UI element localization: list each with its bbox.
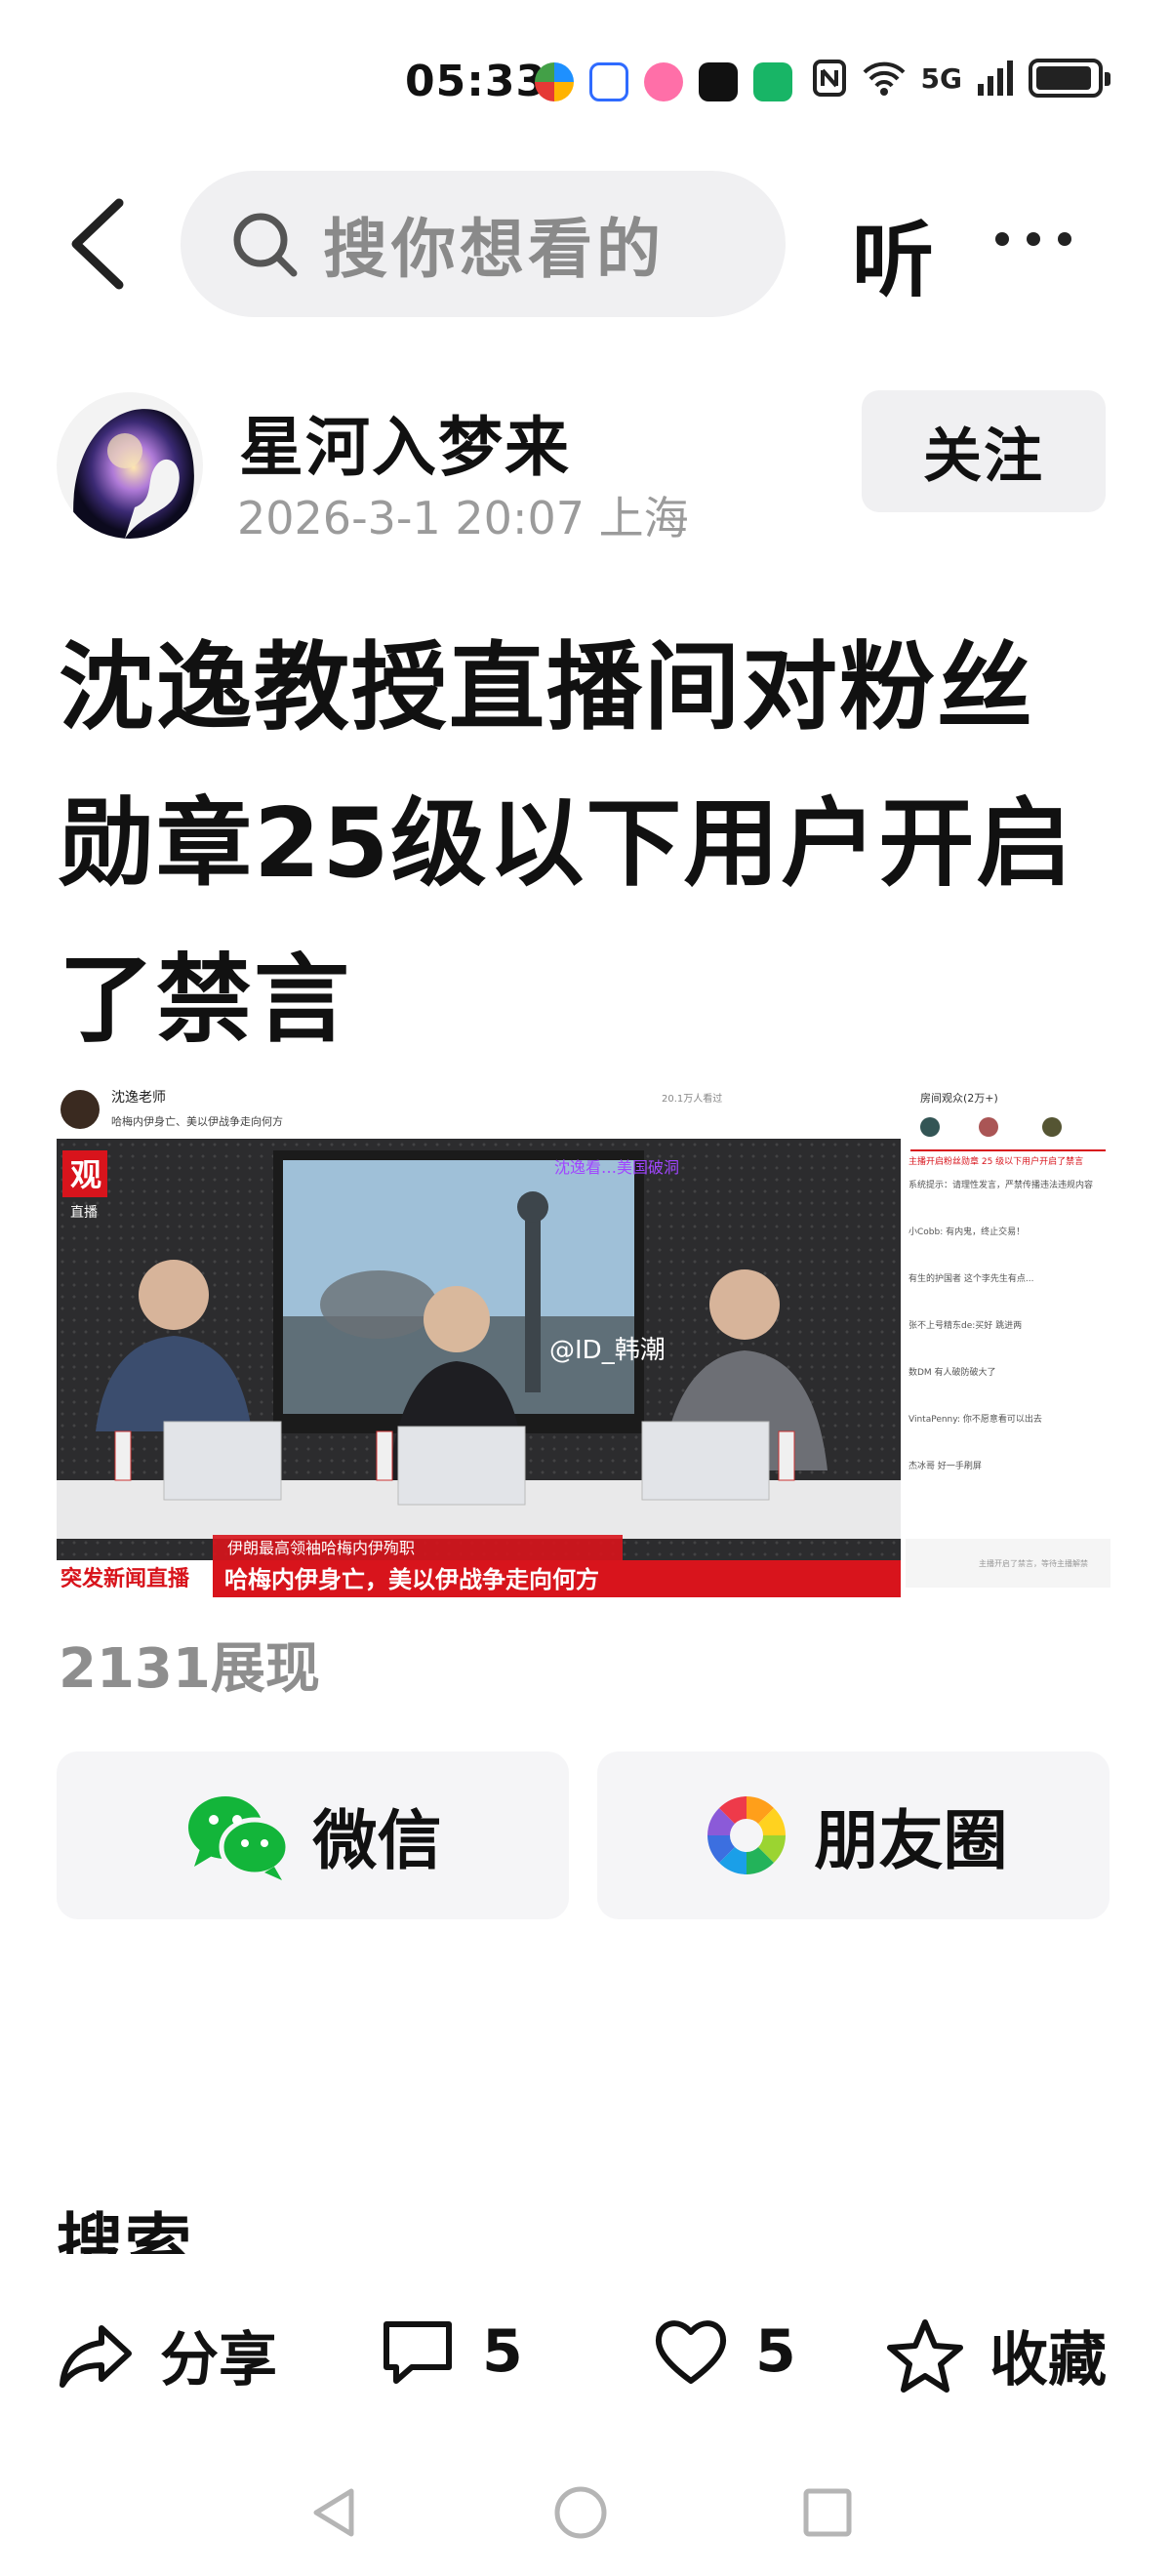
status-bar: 05:33 5G bbox=[0, 0, 1171, 166]
view-count: 2131展现 bbox=[59, 1637, 320, 1701]
more-icon[interactable] bbox=[995, 210, 1103, 268]
signal-icon bbox=[978, 60, 1013, 96]
app-icon-3 bbox=[644, 62, 683, 101]
channel-badge: 观 bbox=[70, 1156, 101, 1193]
chat-line: VintaPenny: 你不愿意看可以出去 bbox=[909, 1413, 1042, 1425]
browser-app-icon bbox=[535, 62, 574, 101]
comment-icon bbox=[384, 2321, 452, 2384]
comment-count: 5 bbox=[482, 2317, 523, 2386]
like-button[interactable]: 5 bbox=[652, 2313, 796, 2391]
banner-left: 突发新闻直播 bbox=[61, 1566, 190, 1591]
banner-top: 伊朗最高领袖哈梅内伊殉职 bbox=[227, 1539, 415, 1557]
app-icon-5 bbox=[753, 62, 792, 101]
article-image[interactable]: 沈逸老师 哈梅内伊身亡、美以伊战争走向何方 20.1万人看过 沈逸看…美国破洞 … bbox=[57, 1080, 1115, 1597]
search-icon bbox=[233, 213, 298, 277]
douyin-app-icon bbox=[699, 62, 738, 101]
back-icon[interactable] bbox=[59, 195, 137, 293]
listen-button[interactable]: 听 bbox=[852, 195, 934, 313]
screen-caption: 沈逸看…美国破洞 bbox=[554, 1158, 679, 1177]
nav-back-icon[interactable] bbox=[304, 2483, 363, 2542]
status-right: 5G bbox=[812, 59, 1110, 98]
collect-button[interactable]: 收藏 bbox=[886, 2313, 1107, 2397]
chat-line: 杰冰哥 好一手刷屏 bbox=[909, 1460, 982, 1471]
banner-main: 哈梅内伊身亡，美以伊战争走向何方 bbox=[224, 1566, 599, 1593]
share-wechat-button[interactable]: 微信 bbox=[57, 1751, 569, 1919]
wechat-icon bbox=[187, 1796, 290, 1880]
search-placeholder: 搜你想看的 bbox=[323, 212, 665, 287]
stream-subtitle: 哈梅内伊身亡、美以伊战争走向何方 bbox=[111, 1114, 283, 1128]
galaxy-avatar-icon bbox=[57, 392, 203, 539]
stream-stats: 20.1万人看过 bbox=[662, 1092, 722, 1105]
article-title: 沈逸教授直播间对粉丝勋章25级以下用户开启了禁言 bbox=[59, 632, 1074, 1056]
chat-line: 有生的护国者 这个李先生有点... bbox=[909, 1272, 1033, 1284]
battery-icon bbox=[1029, 59, 1110, 98]
star-icon bbox=[887, 2318, 963, 2393]
status-app-icons bbox=[535, 62, 792, 101]
share-icon bbox=[60, 2324, 132, 2388]
nav-home-icon[interactable] bbox=[551, 2483, 610, 2542]
network-type: 5G bbox=[920, 61, 962, 95]
collect-label: 收藏 bbox=[989, 2326, 1107, 2395]
chat-line: 张不上号精东de:买好 跳进两 bbox=[909, 1319, 1022, 1331]
moments-icon bbox=[707, 1796, 786, 1874]
chat-line: 数DM 有人破防破大了 bbox=[909, 1366, 996, 1378]
share-moments-label: 朋友圈 bbox=[814, 1803, 1008, 1878]
chat-line: 系统提示：请理性发言，严禁传播违法违规内容 bbox=[909, 1179, 1093, 1190]
avatar[interactable] bbox=[57, 392, 203, 539]
streamer-avatar bbox=[61, 1090, 100, 1129]
author-name[interactable]: 星河入梦来 bbox=[239, 395, 571, 489]
post-meta: 2026-3-1 20:07 上海 bbox=[237, 492, 689, 544]
share-label: 分享 bbox=[160, 2326, 277, 2395]
share-button[interactable]: 分享 bbox=[57, 2313, 277, 2397]
chat-header: 房间观众(2万+) bbox=[920, 1092, 998, 1105]
channel-label: 直播 bbox=[70, 1204, 98, 1221]
top-nav: 搜你想看的 听 bbox=[0, 166, 1171, 322]
livestream-screenshot: 沈逸老师 哈梅内伊身亡、美以伊战争走向何方 20.1万人看过 沈逸看…美国破洞 … bbox=[57, 1080, 1115, 1597]
chat-notice: 主播开启粉丝勋章 25 级以下用户开启了禁言 bbox=[909, 1155, 1083, 1167]
nav-recents-icon[interactable] bbox=[798, 2483, 857, 2542]
system-nav-bar bbox=[0, 2449, 1171, 2576]
related-search-heading: 搜索 bbox=[57, 2207, 194, 2254]
baidu-app-icon bbox=[589, 62, 628, 101]
share-wechat-label: 微信 bbox=[312, 1803, 442, 1878]
wifi-icon bbox=[863, 61, 905, 96]
streamer-name: 沈逸老师 bbox=[111, 1090, 166, 1106]
nfc-icon bbox=[812, 60, 846, 97]
comment-button[interactable]: 5 bbox=[379, 2313, 523, 2391]
share-moments-button[interactable]: 朋友圈 bbox=[597, 1751, 1110, 1919]
bottom-action-bar: 分享 5 5 收藏 bbox=[0, 2254, 1171, 2449]
watermark: @ID_韩潮 bbox=[549, 1336, 666, 1365]
search-input[interactable]: 搜你想看的 bbox=[181, 171, 786, 317]
chat-footer: 主播开启了禁言，等待主播解禁 bbox=[979, 1558, 1088, 1568]
heart-icon bbox=[655, 2320, 727, 2384]
follow-button[interactable]: 关注 bbox=[862, 390, 1106, 512]
status-time: 05:33 bbox=[405, 57, 547, 106]
like-count: 5 bbox=[755, 2317, 796, 2386]
chat-line: 小Cobb: 有内鬼，终止交易！ bbox=[909, 1226, 1025, 1237]
